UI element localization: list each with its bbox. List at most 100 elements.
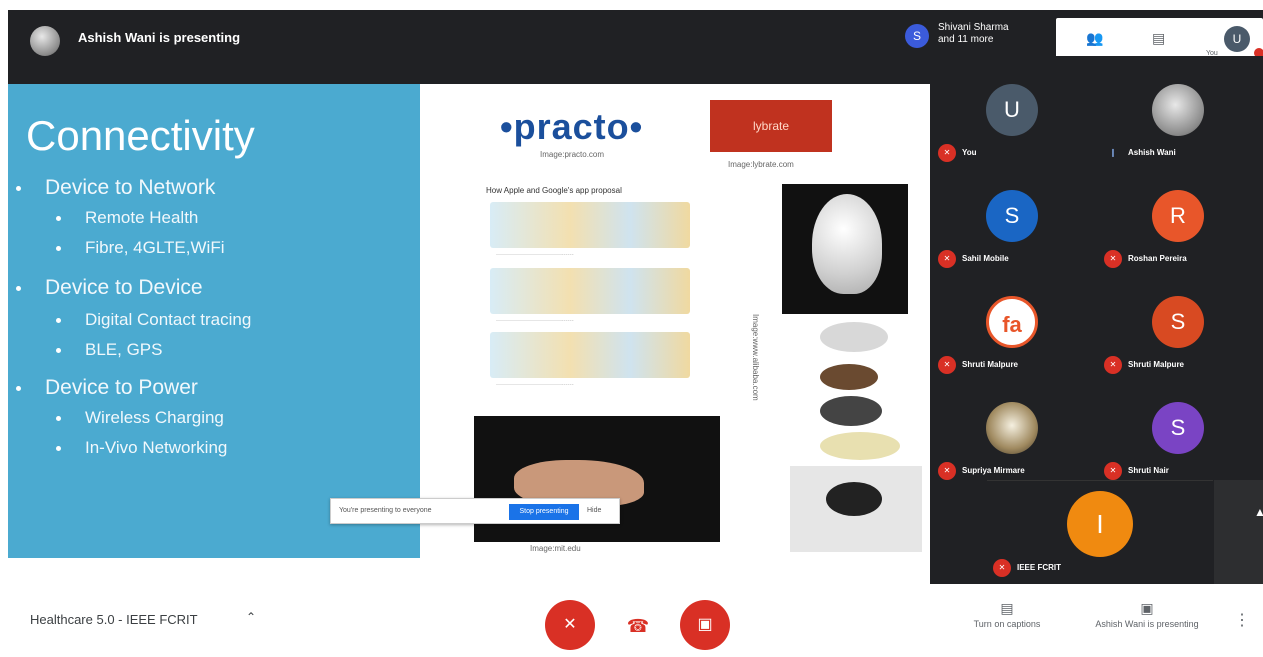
infographic-note: ······································· [496,382,574,388]
contact-tracing-infographic: How Apple and Google's app proposal ····… [480,182,700,410]
camera-toggle-button[interactable]: ▣ [680,600,730,650]
bullet-level2: In-Vivo Networking [56,438,227,458]
participant-avatar: U [986,84,1038,136]
presenter-avatar [30,26,60,56]
bullet-icon [56,348,61,354]
device-image [820,396,882,426]
mic-off-icon: ✕ [938,356,956,374]
side-strip [1214,480,1263,584]
participant-tile[interactable]: S ✕ Sahil Mobile [930,168,1096,274]
bullet-icon [16,185,21,191]
slide-title: Connectivity [26,112,255,159]
bullet-icon [56,446,61,452]
participant-name: Sahil Mobile [962,254,1009,263]
participant-avatar: S [986,190,1038,242]
toast-text: You're presenting to everyone [339,507,432,514]
infographic-title: How Apple and Google's app proposal [486,186,622,195]
bullet-level2: Wireless Charging [56,408,224,428]
image-caption-vertical: Image:www.alibaba.com [751,314,760,401]
device-image [820,322,888,352]
slide-image-panel: •practo• Image:practo.com lybrate Image:… [420,84,930,558]
people-summary[interactable]: Shivani Sharma and 11 more [938,22,1028,46]
device-image [820,432,900,460]
bullet-level2: Digital Contact tracing [56,310,251,330]
bullet-level2: Remote Health [56,208,198,228]
mic-toggle-button[interactable]: ✕ [545,600,595,650]
bullet-icon [56,416,61,422]
self-avatar[interactable]: U [1224,26,1250,52]
bullet-icon [16,285,21,291]
participant-tile[interactable]: fa ✕ Shruti Malpure [930,274,1096,380]
head-model-image [782,184,908,314]
mic-off-icon: ✕ [1104,250,1122,268]
charger-device [826,482,882,516]
participant-avatar: S [1152,296,1204,348]
mic-off-icon: ✕ [1104,462,1122,480]
participant-tile[interactable]: I ✕ IEEE FCRIT [987,480,1213,584]
infographic-panel [490,332,690,378]
infographic-panel [490,202,690,248]
participant-avatar: S [1152,402,1204,454]
bottom-bar: Healthcare 5.0 - IEEE FCRIT ⌃ ✕ ☎ ▣ ▤ Tu… [8,588,1263,657]
participant-name: Roshan Pereira [1128,254,1187,263]
chevron-up-icon[interactable]: ⌃ [246,610,256,624]
participant-tile[interactable]: ✕ Supriya Mirmare [930,380,1096,486]
bullet-icon [16,385,21,391]
people-avatar[interactable]: S [905,24,929,48]
meeting-title[interactable]: Healthcare 5.0 - IEEE FCRIT [30,612,198,627]
image-caption: Image:practo.com [540,150,605,159]
participant-avatar: fa [986,296,1038,348]
participant-name: Shruti Malpure [962,360,1019,369]
more-options-icon[interactable]: ⋮ [1234,610,1250,630]
shared-screen: Connectivity Device to Network Remote He… [8,84,930,558]
infographic-panel [490,268,690,314]
mic-off-icon: ✕ [938,462,956,480]
bullet-icon [56,216,61,222]
participant-name: Supriya Mirmare [962,466,1025,475]
bullet-level2: BLE, GPS [56,340,162,360]
participant-tile[interactable]: U ✕ You [930,62,1096,168]
chat-icon[interactable]: ▤ [1152,30,1165,47]
participant-tile[interactable]: S ✕ Shruti Nair [1096,380,1262,486]
present-screen-icon: ▣ [1140,600,1154,616]
bullet-icon [56,318,61,324]
mouse-cursor-icon: ▲ [1254,505,1263,519]
image-caption: Image:lybrate.com [728,160,794,169]
participant-tile[interactable]: S ✕ Shruti Malpure [1096,274,1262,380]
mic-off-icon: ✕ [993,559,1011,577]
present-button[interactable]: ▣ Ashish Wani is presenting [1092,600,1202,630]
slide-text-panel: Connectivity Device to Network Remote He… [8,84,420,558]
participant-name: Ashish Wani [1128,148,1176,157]
mic-off-icon: ✕ [938,144,956,162]
participant-tile[interactable]: R ✕ Roshan Pereira [1096,168,1262,274]
stop-presenting-button[interactable]: Stop presenting [509,504,579,520]
participant-tile[interactable]: ❙ Ashish Wani [1096,62,1262,168]
hang-up-button[interactable]: ☎ [618,606,658,646]
bullet-level2: Fibre, 4GLTE,WiFi [56,238,224,258]
hide-toast-button[interactable]: Hide [587,507,601,514]
mic-off-icon: ✕ [938,250,956,268]
wireless-charger-image [790,466,922,552]
speaking-icon: ❙ [1109,148,1117,157]
mic-off-icon: ✕ [1104,356,1122,374]
practo-logo: •practo• [500,106,644,147]
head-shape [812,194,882,294]
participant-avatar [1152,84,1204,136]
captions-icon: ▤ [1000,600,1014,616]
meet-window: Ashish Wani is presenting S Shivani Shar… [0,0,1263,657]
infographic-note: ······································· [496,252,574,258]
device-image [820,364,878,390]
bullet-level1: Device to Device [16,276,203,300]
participant-avatar [986,402,1038,454]
participant-name: You [962,148,977,157]
participant-name: IEEE FCRIT [1017,563,1062,572]
captions-button[interactable]: ▤ Turn on captions [952,600,1062,630]
participant-avatar: I [1067,491,1133,557]
image-caption: Image:mit.edu [530,544,581,553]
participant-name: Shruti Nair [1128,466,1169,475]
lybrate-logo: lybrate [710,100,832,152]
presenting-toast: You're presenting to everyone Stop prese… [330,498,620,524]
participant-name: Shruti Malpure [1128,360,1185,369]
bullet-level1: Device to Power [16,376,198,400]
people-icon[interactable]: 👥 [1086,30,1103,47]
